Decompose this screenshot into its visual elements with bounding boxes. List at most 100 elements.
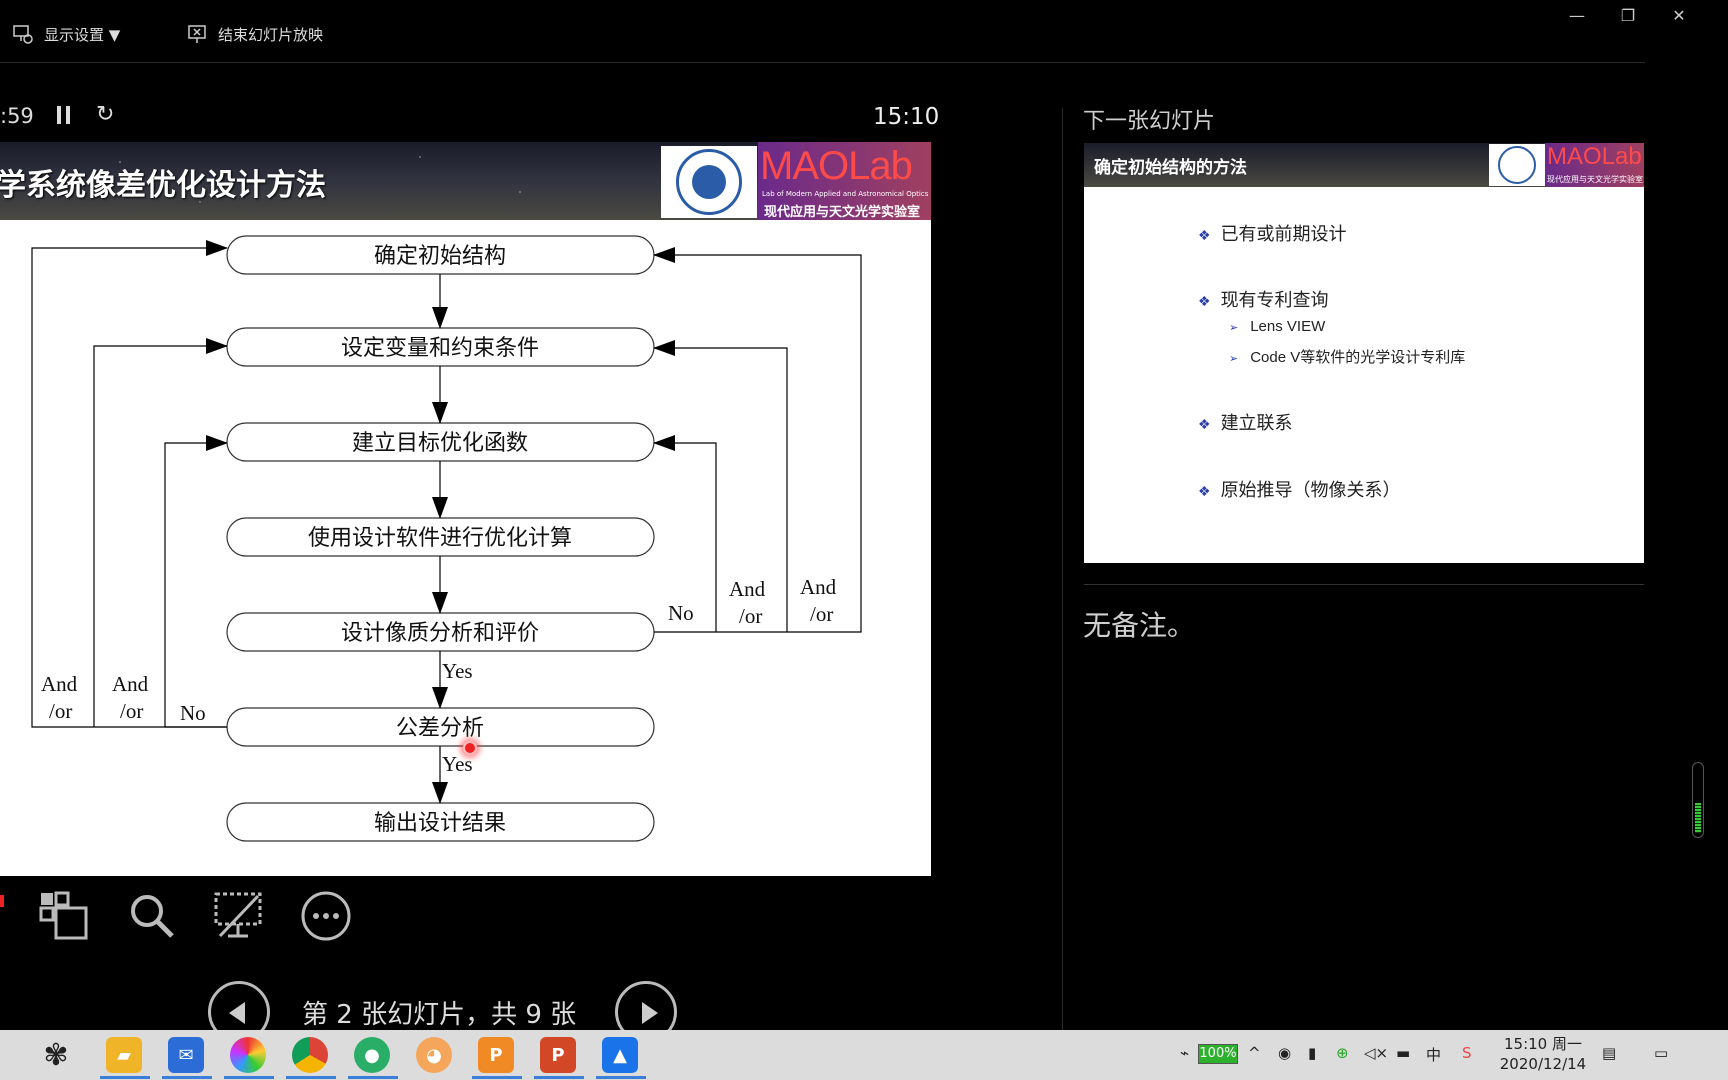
label-no: No bbox=[180, 701, 206, 725]
arrow-bullet-icon: ➢ bbox=[1229, 353, 1239, 365]
volume-muted-icon[interactable]: ◁× bbox=[1364, 1044, 1388, 1062]
label-and: And bbox=[729, 577, 766, 601]
display-settings-label: 显示设置 ▼ bbox=[44, 25, 121, 44]
start-menu-icon[interactable]: ✾ bbox=[38, 1037, 74, 1073]
bullet-item: ❖ 已有或前期设计 bbox=[1198, 224, 1347, 244]
arrow-bullet-icon: ➢ bbox=[1229, 322, 1239, 334]
label-or: /or bbox=[49, 699, 72, 723]
label-and: And bbox=[112, 672, 149, 696]
pause-icon[interactable] bbox=[57, 106, 71, 124]
keyboard-icon[interactable]: ▬ bbox=[1396, 1044, 1410, 1062]
label-or: /or bbox=[120, 699, 143, 723]
active-indicator bbox=[348, 1076, 398, 1079]
sub-bullet-item: ➢ Code V等软件的光学设计专利库 bbox=[1229, 349, 1466, 366]
bullet-item: ❖ 建立联系 bbox=[1198, 413, 1293, 433]
screen-off-icon bbox=[214, 892, 262, 938]
taskbar-time: 15:10 周一 bbox=[1504, 1035, 1582, 1053]
active-indicator bbox=[596, 1076, 646, 1079]
bullet-item: ❖ 原始推导（物像关系） bbox=[1198, 480, 1401, 500]
active-indicator bbox=[224, 1076, 274, 1079]
display-settings-button[interactable]: 显示设置 ▼ bbox=[12, 22, 120, 46]
speaker-notes[interactable]: 无备注。 bbox=[1083, 604, 1195, 644]
zoom-button[interactable] bbox=[126, 890, 178, 946]
vpn-icon[interactable]: ⊕ bbox=[1336, 1044, 1349, 1062]
bullet-item: ❖ 现有专利查询 bbox=[1198, 290, 1329, 310]
restart-timer-icon[interactable]: ↻ bbox=[96, 102, 114, 127]
notes-divider bbox=[1084, 584, 1644, 585]
pdf-reader-icon[interactable]: P bbox=[478, 1037, 514, 1073]
active-indicator bbox=[534, 1076, 584, 1079]
minimize-button[interactable]: — bbox=[1557, 6, 1597, 25]
notes-icon[interactable]: ▤ bbox=[1602, 1044, 1616, 1062]
taskbar-clock[interactable]: 15:10 周一 2020/12/14 bbox=[1498, 1034, 1588, 1074]
label-yes: Yes bbox=[442, 659, 473, 683]
diamond-bullet-icon: ❖ bbox=[1198, 416, 1211, 432]
chevron-left-icon bbox=[229, 1002, 245, 1024]
active-indicator bbox=[162, 1076, 212, 1079]
current-slide[interactable]: 学系统像差优化设计方法 MAOLab Lab of Modern Applied… bbox=[0, 142, 931, 876]
mascot-app-icon[interactable]: ◕ bbox=[416, 1037, 452, 1073]
show-hidden-icons-icon[interactable]: ^ bbox=[1248, 1044, 1261, 1062]
notes-scrollbar[interactable] bbox=[1692, 762, 1704, 838]
node-text: 建立目标优化函数 bbox=[352, 431, 528, 456]
color-picker-app-icon[interactable] bbox=[230, 1037, 266, 1073]
microphone-icon[interactable]: ▮ bbox=[1308, 1044, 1316, 1062]
display-settings-icon bbox=[13, 25, 33, 44]
ime-indicator[interactable]: 中 bbox=[1426, 1044, 1441, 1065]
slide-sorter-button[interactable] bbox=[38, 890, 90, 946]
restore-button[interactable]: ❐ bbox=[1608, 6, 1648, 25]
chevron-right-icon bbox=[642, 1002, 658, 1024]
more-icon bbox=[301, 891, 351, 941]
diamond-bullet-icon: ❖ bbox=[1198, 483, 1211, 499]
close-button[interactable]: ✕ bbox=[1659, 6, 1699, 25]
label-and: And bbox=[41, 672, 78, 696]
grid-view-icon bbox=[39, 891, 88, 940]
black-screen-button[interactable] bbox=[212, 890, 264, 946]
label-and: And bbox=[800, 575, 837, 599]
qq-icon[interactable]: ◉ bbox=[1278, 1044, 1291, 1062]
sub-bullet-item: ➢ Lens VIEW bbox=[1229, 318, 1326, 335]
label-yes: Yes bbox=[442, 752, 473, 776]
chrome-icon[interactable] bbox=[292, 1037, 328, 1073]
node-text: 输出设计结果 bbox=[374, 811, 506, 836]
wechat-icon[interactable]: ● bbox=[354, 1037, 390, 1073]
photos-icon[interactable]: ▲ bbox=[602, 1037, 638, 1073]
end-show-button[interactable]: 结束幻灯片放映 bbox=[186, 22, 323, 46]
university-seal-icon bbox=[661, 146, 757, 218]
powerpoint-icon[interactable]: P bbox=[540, 1037, 576, 1073]
more-options-button[interactable] bbox=[300, 890, 352, 946]
node-text: 设计像质分析和评价 bbox=[341, 621, 539, 646]
end-show-icon bbox=[188, 25, 206, 43]
node-text: 确定初始结构 bbox=[374, 244, 506, 269]
next-slide-label: 下一张幻灯片 bbox=[1083, 109, 1216, 134]
battery-indicator[interactable]: 100% bbox=[1198, 1044, 1238, 1064]
pen-indicator bbox=[0, 895, 4, 907]
active-indicator bbox=[100, 1076, 150, 1079]
end-show-label: 结束幻灯片放映 bbox=[218, 25, 324, 44]
maolab-logo: MAOLab Lab of Modern Applied and Astrono… bbox=[758, 142, 931, 220]
diamond-bullet-icon: ❖ bbox=[1198, 293, 1211, 309]
active-indicator bbox=[286, 1076, 336, 1079]
mail-icon[interactable]: ✉ bbox=[168, 1037, 204, 1073]
active-indicator bbox=[472, 1076, 522, 1079]
search-icon bbox=[131, 895, 174, 938]
slide-counter: 第 2 张幻灯片，共 9 张 bbox=[302, 1000, 577, 1030]
presenter-toolbar: 显示设置 ▼ 结束幻灯片放映 — ❐ ✕ bbox=[0, 0, 1728, 64]
current-time: 15:10 bbox=[873, 104, 940, 130]
pane-divider[interactable] bbox=[1062, 108, 1063, 1030]
slide-header: 学系统像差优化设计方法 MAOLab Lab of Modern Applied… bbox=[0, 142, 931, 220]
next-slide-bullets: ❖ 已有或前期设计 ❖ 现有专利查询 ➢ Lens VIEW ➢ Code V等软件的光… bbox=[1084, 143, 1644, 563]
label-or: /or bbox=[810, 602, 833, 626]
label-no: No bbox=[668, 601, 694, 625]
action-center-icon[interactable]: ▭ bbox=[1654, 1044, 1668, 1062]
elapsed-timer: :59 bbox=[0, 104, 34, 128]
sogou-input-icon[interactable]: S bbox=[1462, 1044, 1472, 1062]
power-plug-icon[interactable]: ⌁ bbox=[1180, 1044, 1189, 1062]
label-or: /or bbox=[739, 604, 762, 628]
toolbar-divider bbox=[0, 62, 1645, 63]
slide-title: 学系统像差优化设计方法 bbox=[0, 168, 326, 203]
node-text: 设定变量和约束条件 bbox=[341, 336, 539, 361]
next-slide-preview[interactable]: 确定初始结构的方法 MAOLab 现代应用与天文光学实验室 ❖ 已有或前期设计 ❖… bbox=[1084, 143, 1644, 563]
windows-taskbar: ✾ ▰ ✉ ● ◕ P P ▲ ⌁ 100% ^ ◉ ▮ ⊕ ◁× ▬ 中 S … bbox=[0, 1030, 1728, 1080]
file-explorer-icon[interactable]: ▰ bbox=[106, 1037, 142, 1073]
